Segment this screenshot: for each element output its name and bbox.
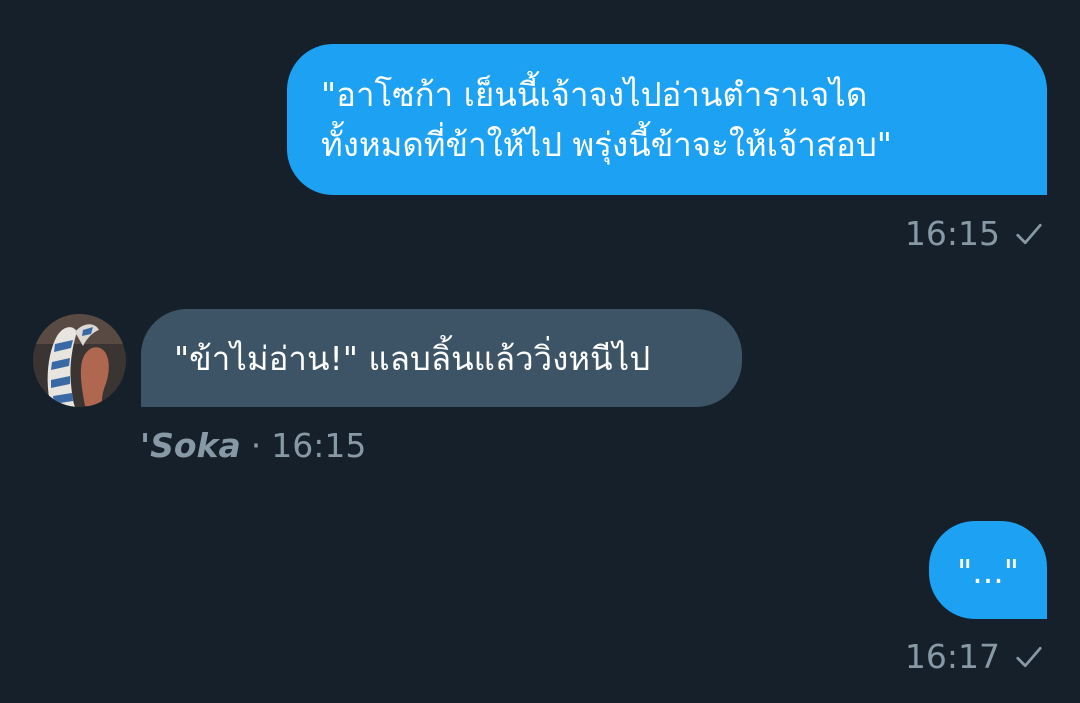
chat-thread: "อาโซก้า เย็นนี้เจ้าจงไปอ่านตำราเจได ทั้…: [0, 0, 1080, 703]
outgoing-message-bubble[interactable]: "อาโซก้า เย็นนี้เจ้าจงไปอ่านตำราเจได ทั้…: [287, 44, 1047, 195]
message-timestamp: 16:15: [904, 214, 1000, 253]
avatar-image: [33, 314, 126, 407]
message-timestamp: 16:15: [271, 426, 367, 465]
sender-name[interactable]: 'Soka: [140, 426, 241, 466]
check-icon: [1016, 646, 1042, 668]
incoming-message-bubble[interactable]: "ข้าไม่อ่าน!" แลบลิ้นแล้ววิ่งหนีไป: [141, 309, 742, 407]
meta-separator: ·: [250, 426, 262, 465]
avatar[interactable]: [33, 314, 126, 407]
outgoing-message-bubble[interactable]: "...": [929, 521, 1047, 619]
message-meta: 16:15: [905, 214, 1044, 254]
message-meta: 16:17: [905, 637, 1044, 677]
message-meta: 'Soka · 16:15: [140, 426, 366, 466]
message-timestamp: 16:17: [904, 637, 1000, 676]
check-icon: [1016, 223, 1042, 245]
